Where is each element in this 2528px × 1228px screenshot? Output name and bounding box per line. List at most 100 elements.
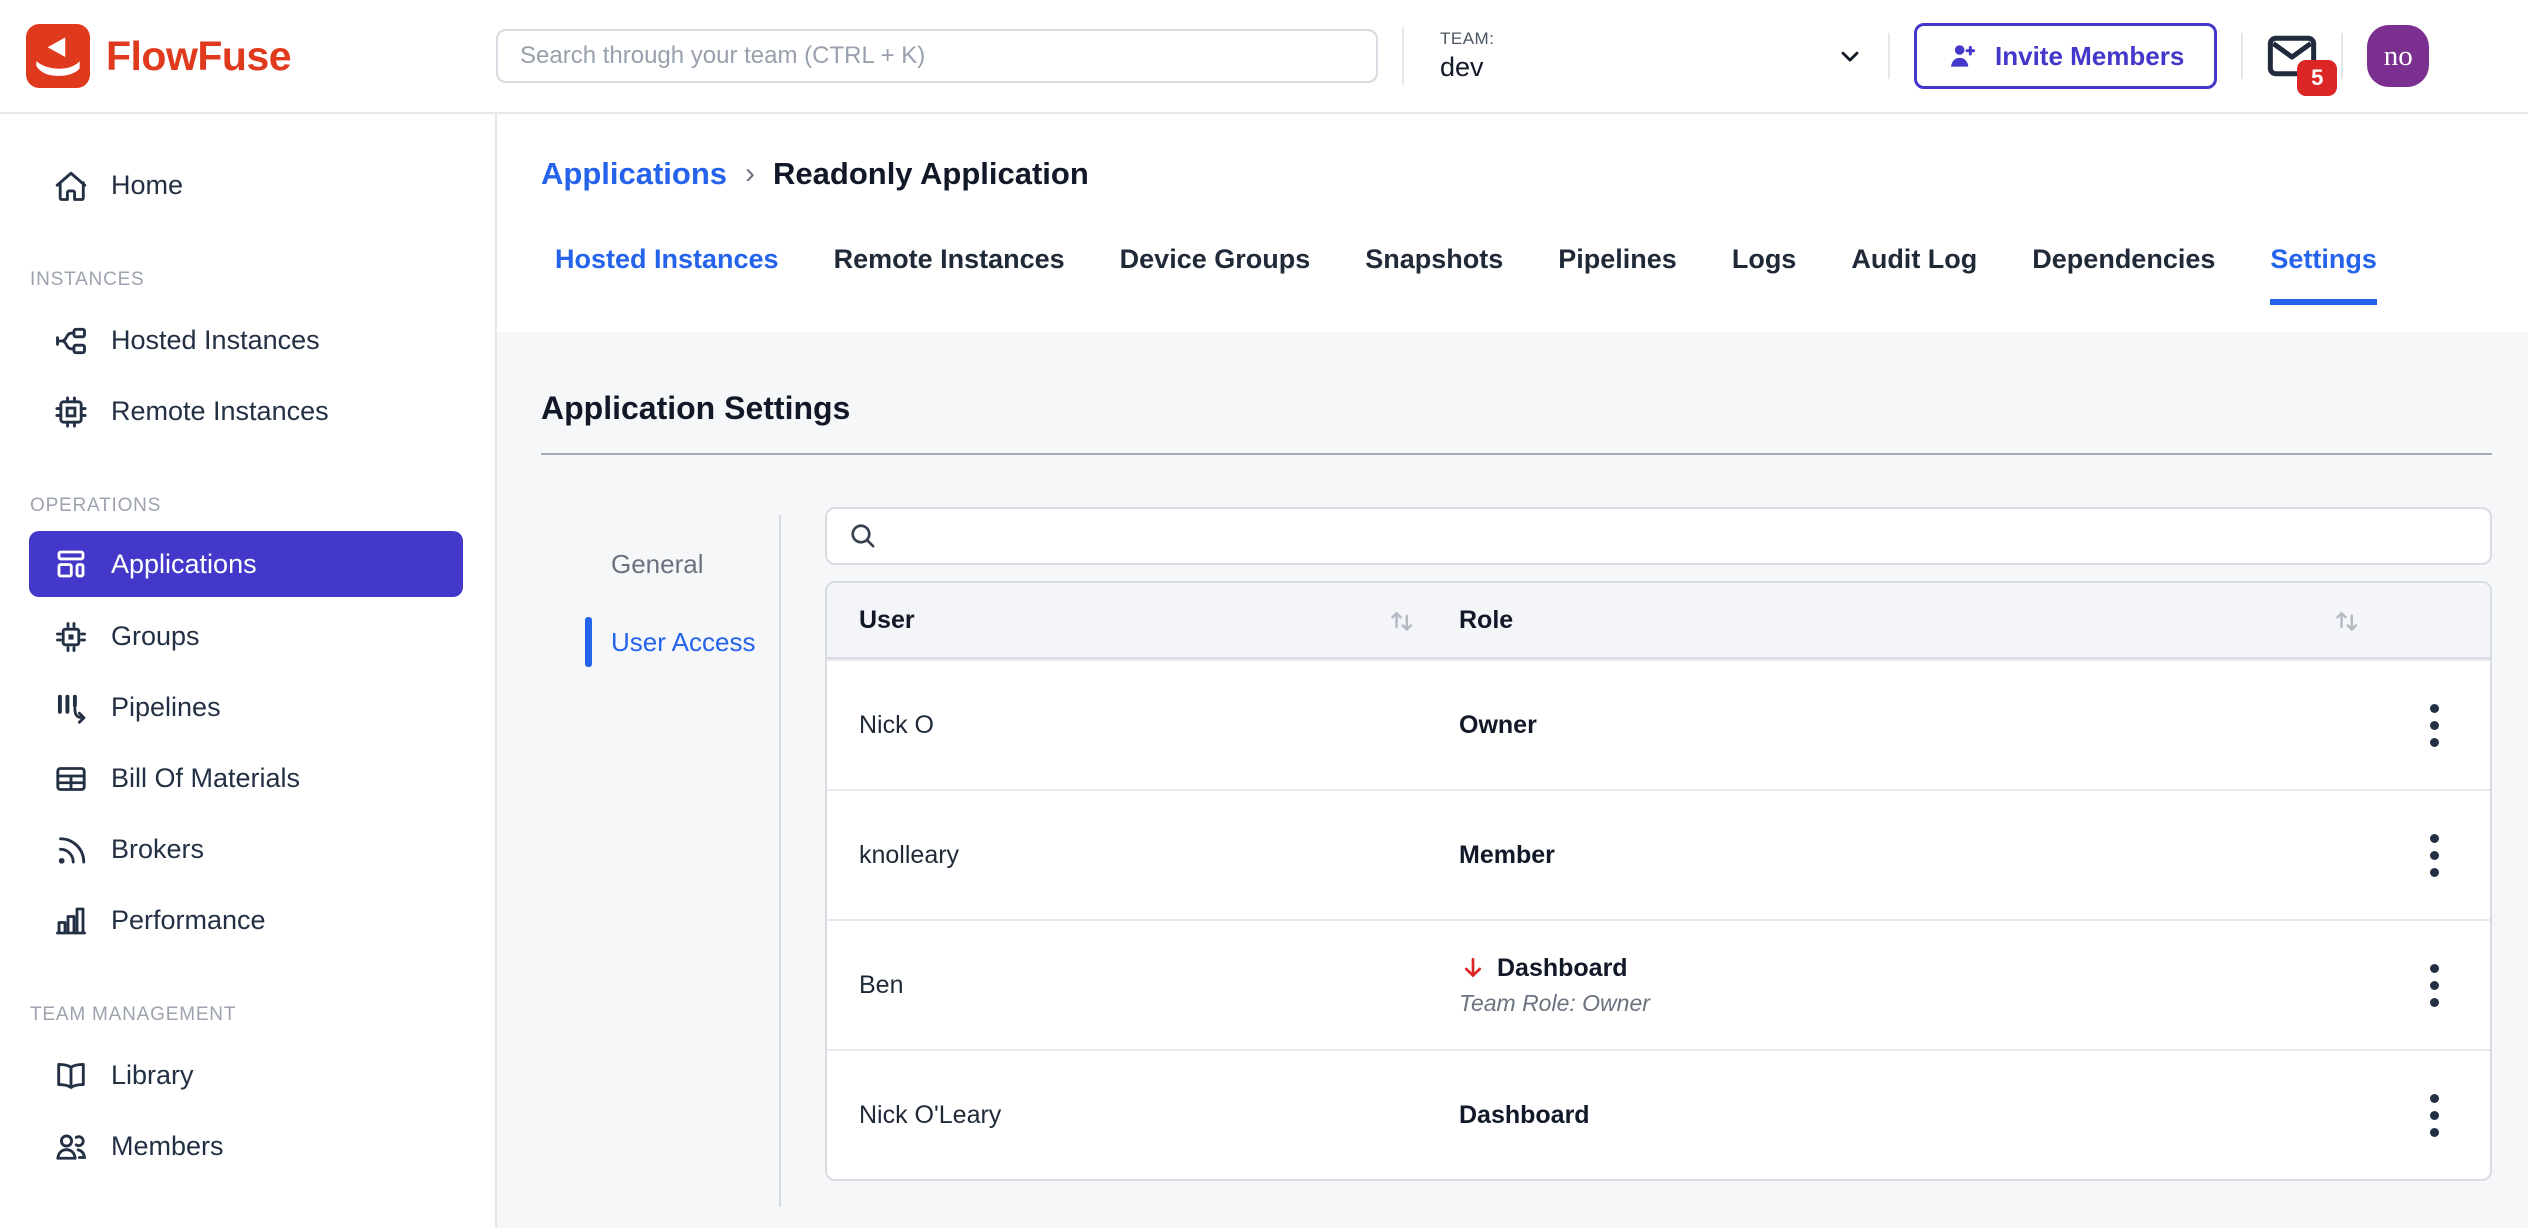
header-divider xyxy=(1402,27,1404,85)
settings-subnav: General User Access xyxy=(541,507,779,681)
notification-count-badge: 5 xyxy=(2297,60,2337,96)
application-tabs: Hosted Instances Remote Instances Device… xyxy=(541,244,2528,305)
user-access-panel: User Role xyxy=(825,507,2492,1181)
sidebar-item-label: Pipelines xyxy=(111,692,221,723)
user-role: Dashboard xyxy=(1459,1101,2378,1130)
breadcrumb-separator-icon: › xyxy=(745,157,755,191)
user-access-table: User Role xyxy=(825,581,2492,1181)
sidebar-item-members[interactable]: Members xyxy=(0,1111,495,1182)
search-icon xyxy=(847,520,879,552)
sidebar-item-label: Performance xyxy=(111,905,266,936)
sidebar-item-label: Home xyxy=(111,170,183,201)
sidebar-item-hosted-instances[interactable]: Hosted Instances xyxy=(0,305,495,376)
flowfuse-logo[interactable]: FlowFuse xyxy=(26,24,496,88)
tab-snapshots[interactable]: Snapshots xyxy=(1365,244,1503,305)
table-row: knolleary Member xyxy=(827,789,2490,919)
row-menu-kebab-icon[interactable] xyxy=(2424,1088,2445,1143)
subnav-item-label: General xyxy=(611,549,704,580)
page-title: Application Settings xyxy=(541,390,2492,427)
table-row: Ben Dashboard Team Role: Owner xyxy=(827,919,2490,1049)
sidebar-item-label: Remote Instances xyxy=(111,396,329,427)
chevron-down-icon xyxy=(1836,42,1864,70)
header-divider xyxy=(2341,33,2343,79)
main-content: Applications › Readonly Application Host… xyxy=(497,114,2528,1228)
row-menu-kebab-icon[interactable] xyxy=(2424,958,2445,1013)
user-name: Nick O xyxy=(827,711,1459,740)
team-role-note: Team Role: Owner xyxy=(1459,990,2378,1017)
flowfuse-logo-icon xyxy=(26,24,90,88)
sidebar-item-home[interactable]: Home xyxy=(0,150,495,221)
sidebar-item-label: Members xyxy=(111,1131,224,1162)
sidebar-item-applications[interactable]: Applications xyxy=(29,531,463,597)
hosted-instances-icon xyxy=(53,323,89,359)
column-header-user[interactable]: User xyxy=(827,605,1459,635)
top-header: FlowFuse TEAM: dev Invite Members 5 no xyxy=(0,0,2528,114)
logo-text: FlowFuse xyxy=(106,33,291,80)
remote-instances-icon xyxy=(53,394,89,430)
user-avatar[interactable]: no xyxy=(2367,25,2429,87)
subnav-item-user-access[interactable]: User Access xyxy=(541,603,779,681)
sidebar-item-remote-instances[interactable]: Remote Instances xyxy=(0,376,495,447)
applications-icon xyxy=(53,546,89,582)
home-icon xyxy=(53,168,89,204)
global-search-input[interactable] xyxy=(496,29,1378,83)
user-search-field[interactable] xyxy=(825,507,2492,565)
breadcrumb-current: Readonly Application xyxy=(773,156,1089,192)
row-menu-kebab-icon[interactable] xyxy=(2424,698,2445,753)
breadcrumb-applications-link[interactable]: Applications xyxy=(541,156,727,192)
subnav-item-general[interactable]: General xyxy=(541,525,779,603)
tab-settings[interactable]: Settings xyxy=(2270,244,2377,305)
user-name: knolleary xyxy=(827,841,1459,870)
performance-icon xyxy=(53,903,89,939)
sidebar-item-performance[interactable]: Performance xyxy=(0,885,495,956)
role-downgrade-arrow-icon xyxy=(1459,954,1487,982)
sidebar-item-pipelines[interactable]: Pipelines xyxy=(0,672,495,743)
table-row: Nick O Owner xyxy=(827,659,2490,789)
tab-audit-log[interactable]: Audit Log xyxy=(1851,244,1977,305)
subnav-divider xyxy=(779,515,781,1207)
sidebar-section-operations: OPERATIONS xyxy=(30,495,495,517)
subnav-item-label: User Access xyxy=(611,627,756,658)
column-header-role[interactable]: Role xyxy=(1459,605,2490,635)
header-divider xyxy=(2241,33,2243,79)
row-menu-kebab-icon[interactable] xyxy=(2424,828,2445,883)
active-indicator-bar xyxy=(585,617,592,667)
table-row: Nick O'Leary Dashboard xyxy=(827,1049,2490,1179)
user-name: Ben xyxy=(827,971,1459,1000)
sidebar-item-library[interactable]: Library xyxy=(0,1040,495,1111)
tab-device-groups[interactable]: Device Groups xyxy=(1120,244,1311,305)
team-label: TEAM: xyxy=(1440,29,1494,49)
team-selector[interactable]: TEAM: dev xyxy=(1428,29,1864,83)
sidebar-section-instances: INSTANCES xyxy=(30,269,495,291)
library-icon xyxy=(53,1058,89,1094)
tab-remote-instances[interactable]: Remote Instances xyxy=(834,244,1065,305)
sidebar-item-groups[interactable]: Groups xyxy=(0,601,495,672)
sidebar-section-team-management: TEAM MANAGEMENT xyxy=(30,1004,495,1026)
sort-icon xyxy=(2332,605,2362,635)
notifications-button[interactable]: 5 xyxy=(2267,34,2317,78)
sidebar-item-label: Brokers xyxy=(111,834,204,865)
tab-pipelines[interactable]: Pipelines xyxy=(1558,244,1677,305)
pipelines-icon xyxy=(53,690,89,726)
sidebar-item-label: Hosted Instances xyxy=(111,325,320,356)
tab-logs[interactable]: Logs xyxy=(1732,244,1797,305)
user-role: Owner xyxy=(1459,711,2378,740)
column-label-user: User xyxy=(859,606,915,635)
user-name: Nick O'Leary xyxy=(827,1101,1459,1130)
table-header: User Role xyxy=(827,583,2490,659)
team-name: dev xyxy=(1440,52,1494,83)
sidebar-item-label: Applications xyxy=(111,549,257,580)
tab-hosted-instances[interactable]: Hosted Instances xyxy=(555,244,779,305)
sort-icon xyxy=(1387,605,1417,635)
sidebar-item-bill-of-materials[interactable]: Bill Of Materials xyxy=(0,743,495,814)
user-plus-icon xyxy=(1947,40,1979,72)
breadcrumb: Applications › Readonly Application xyxy=(541,156,2528,192)
invite-members-label: Invite Members xyxy=(1995,41,2184,72)
column-label-role: Role xyxy=(1459,606,1513,635)
sidebar-item-brokers[interactable]: Brokers xyxy=(0,814,495,885)
invite-members-button[interactable]: Invite Members xyxy=(1914,23,2217,89)
header-divider xyxy=(1888,33,1890,79)
members-icon xyxy=(53,1129,89,1165)
groups-icon xyxy=(53,619,89,655)
tab-dependencies[interactable]: Dependencies xyxy=(2032,244,2215,305)
